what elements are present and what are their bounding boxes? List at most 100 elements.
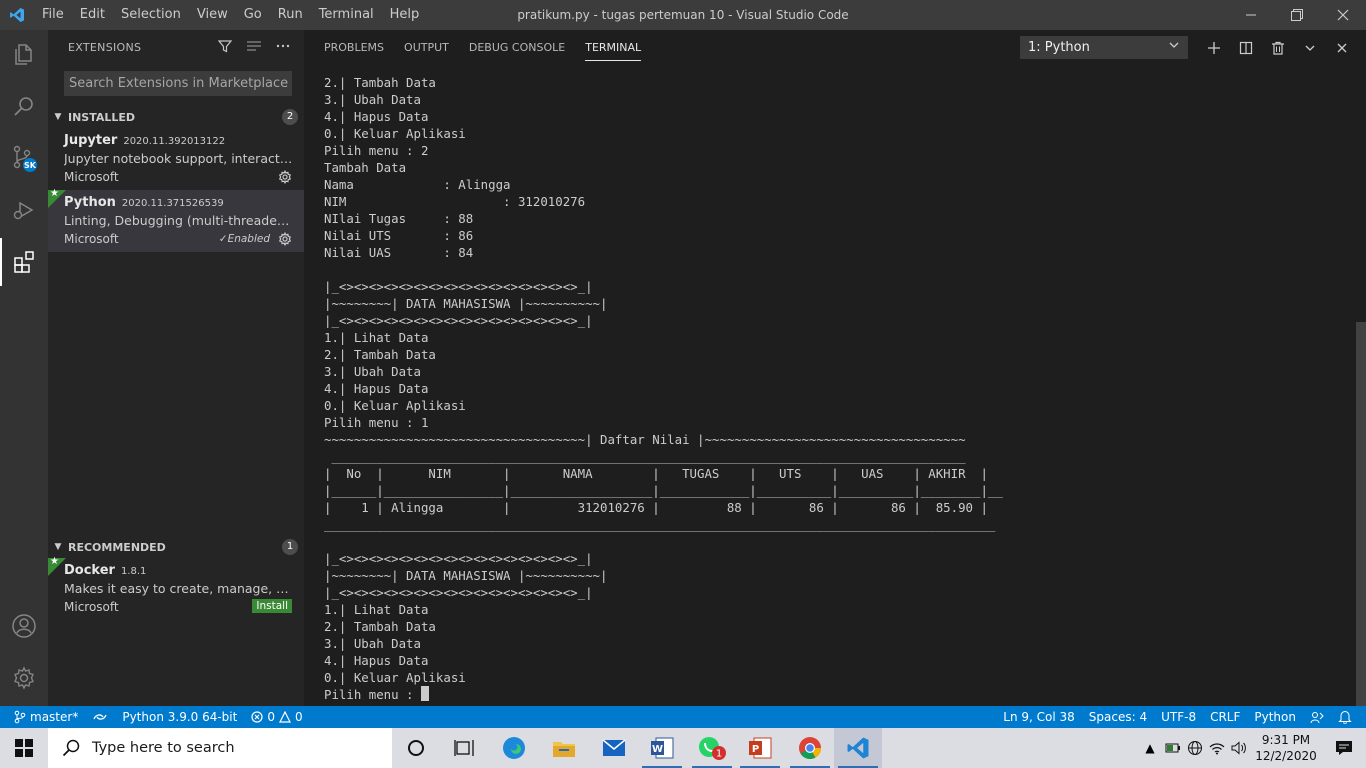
extensions-search-input[interactable] [64,71,292,96]
menu-file[interactable]: File [34,0,72,30]
menu-help[interactable]: Help [382,0,428,30]
extension-name: Python 2020.11.371526539 [64,195,224,210]
warning-icon [279,711,291,723]
terminal-line: |_<><><><><><><><><><><><><><><><>_| [324,279,593,294]
battery-icon[interactable] [1162,742,1184,754]
terminal-line: 0.| Keluar Aplikasi [324,126,466,141]
terminal-scrollbar[interactable] [1356,322,1366,706]
menu-terminal[interactable]: Terminal [311,0,382,30]
chevron-down-icon: ▼ [54,542,62,552]
kill-terminal-icon[interactable] [1266,36,1290,60]
split-terminal-icon[interactable] [1234,36,1258,60]
edge-browser-icon[interactable] [490,728,538,768]
vscode-logo-icon [0,0,34,30]
terminal-line: 4.| Hapus Data [324,109,429,124]
powerpoint-app-icon[interactable]: P [736,728,784,768]
indentation-status[interactable]: Spaces: 4 [1089,710,1147,724]
notifications-bell-icon[interactable] [1338,710,1352,724]
menu-run[interactable]: Run [270,0,311,30]
close-panel-icon[interactable] [1330,36,1354,60]
extension-gear-icon[interactable] [278,231,292,250]
new-terminal-icon[interactable] [1202,36,1226,60]
mail-icon[interactable] [590,728,638,768]
language-mode-status[interactable]: Python [1254,710,1296,724]
install-button[interactable]: Install [252,599,292,613]
task-view-icon[interactable] [440,728,488,768]
terminal-line: Nama : Alingga [324,177,511,192]
extension-gear-icon[interactable] [278,169,292,188]
encoding-status[interactable]: UTF-8 [1161,710,1196,724]
tab-problems[interactable]: PROBLEMS [324,30,384,65]
taskbar-search-box[interactable]: Type here to search [48,728,392,768]
word-app-icon[interactable]: W [638,728,686,768]
restore-button[interactable] [1274,0,1320,30]
wifi-icon[interactable] [1206,741,1228,755]
terminal-line: 3.| Ubah Data [324,364,421,379]
problems-status[interactable]: 0 0 [251,710,303,724]
terminal-line: NIlai Tugas : 88 [324,211,474,226]
windows-start-icon[interactable] [0,728,48,768]
filter-icon[interactable] [217,39,233,56]
extensions-icon[interactable] [0,238,48,286]
network-globe-icon[interactable] [1184,740,1206,756]
live-share-status[interactable] [92,711,108,723]
extensions-sidebar: EXTENSIONS ▼ INSTALLED 2 Jupyter2020.11.… [48,30,304,706]
branch-status[interactable]: master* [14,710,78,724]
chevron-up-icon[interactable]: ▲ [1138,741,1162,755]
taskbar-search-placeholder: Type here to search [92,740,235,756]
terminal-line: |______|________________|_______________… [324,483,1003,498]
installed-section-header[interactable]: ▼ INSTALLED 2 [48,106,304,128]
taskbar-clock[interactable]: 9:31 PM 12/2/2020 [1250,732,1322,764]
menu-view[interactable]: View [189,0,236,30]
terminal-line: Nilai UAS : 84 [324,245,474,260]
clear-list-icon[interactable] [246,39,262,56]
recommended-section-header[interactable]: ▼ RECOMMENDED 1 [48,536,304,558]
file-explorer-icon[interactable] [540,728,588,768]
minimize-button[interactable] [1228,0,1274,30]
cursor-position-status[interactable]: Ln 9, Col 38 [1003,710,1075,724]
terminal-line: |_<><><><><><><><><><><><><><><><>_| [324,313,593,328]
menu-edit[interactable]: Edit [72,0,113,30]
account-badge: SK [24,161,37,170]
source-control-icon[interactable]: SK [0,134,48,182]
action-center-icon[interactable] [1322,740,1366,756]
close-window-button[interactable] [1320,0,1366,30]
terminal-line: Tambah Data [324,160,407,175]
terminal-line: 2.| Tambah Data [324,75,436,90]
recommended-label: RECOMMENDED [68,540,166,554]
menu-selection[interactable]: Selection [113,0,189,30]
eol-status[interactable]: CRLF [1210,710,1240,724]
tab-terminal[interactable]: TERMINAL [585,30,642,61]
search-icon[interactable] [0,82,48,130]
vscode-taskbar-icon[interactable] [834,728,882,768]
extension-item-docker[interactable]: ★ Docker 1.8.1 Makes it easy to create, m… [48,556,304,620]
more-actions-icon[interactable] [276,39,290,56]
activity-bar: SK [0,30,48,706]
run-debug-icon[interactable] [0,186,48,234]
extension-description: Makes it easy to create, manage, and deb… [64,581,294,596]
terminal-output[interactable]: 2.| Tambah Data 3.| Ubah Data 4.| Hapus Da… [324,74,1344,704]
sidebar-header: EXTENSIONS [48,30,304,65]
cortana-icon[interactable] [392,728,440,768]
maximize-panel-icon[interactable] [1298,36,1322,60]
extension-item-python[interactable]: ★ Python 2020.11.371526539 Linting, Debug… [48,188,304,252]
explorer-icon[interactable] [0,30,48,78]
tab-debug-console[interactable]: DEBUG CONSOLE [469,30,565,65]
extension-version: 2020.11.392013122 [123,136,226,147]
volume-icon[interactable] [1228,741,1250,755]
panel-tabs: PROBLEMS OUTPUT DEBUG CONSOLE TERMINAL [324,30,642,65]
python-interpreter-status[interactable]: Python 3.9.0 64-bit [122,710,237,724]
chrome-app-icon[interactable] [786,728,834,768]
extension-item-jupyter[interactable]: Jupyter 2020.11.392013122 Jupyter noteboo… [48,128,304,190]
feedback-icon[interactable] [1310,710,1324,724]
terminal-panel: PROBLEMS OUTPUT DEBUG CONSOLE TERMINAL 1… [304,30,1366,706]
manage-gear-icon[interactable] [0,654,48,702]
terminal-select[interactable]: 1: Python [1020,36,1188,59]
menu-go[interactable]: Go [236,0,270,30]
terminal-line: |~~~~~~~~| DATA MAHASISWA |~~~~~~~~~~| [324,296,608,311]
accounts-icon[interactable] [0,602,48,650]
tab-output[interactable]: OUTPUT [404,30,449,65]
whatsapp-app-icon[interactable]: 1 [688,728,736,768]
